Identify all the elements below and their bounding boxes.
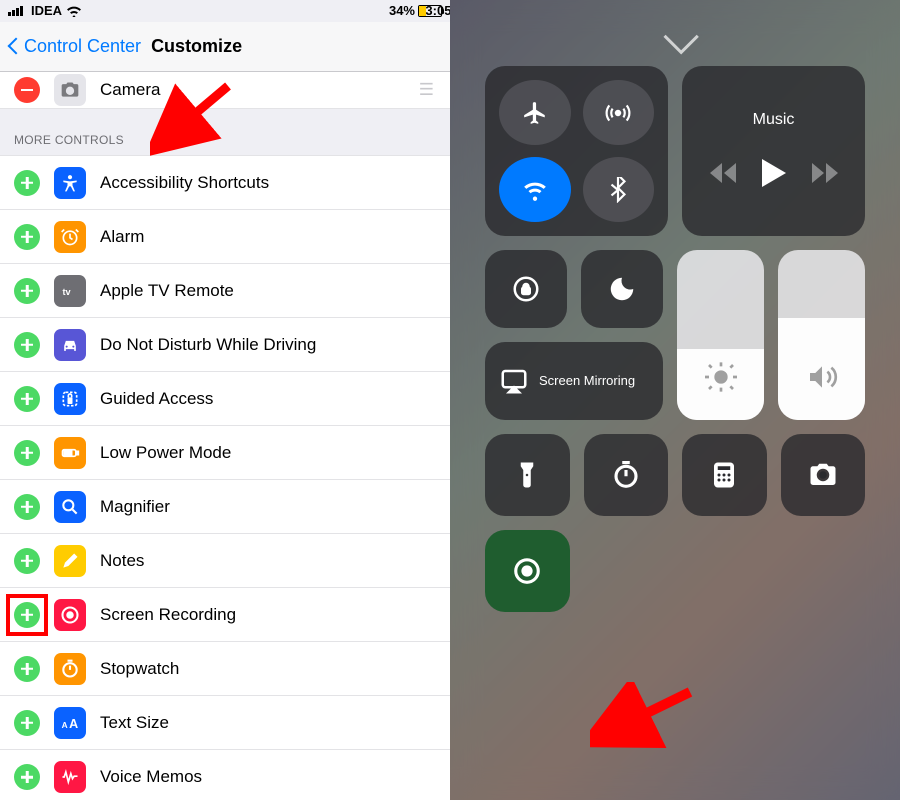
add-button[interactable] <box>14 494 40 520</box>
svg-text:A: A <box>62 720 68 730</box>
voicememo-icon <box>54 761 86 793</box>
connectivity-tile[interactable] <box>485 66 668 236</box>
more-controls-row-dnd-drive[interactable]: Do Not Disturb While Driving <box>0 318 450 372</box>
row-label: Voice Memos <box>100 767 202 787</box>
camera-icon <box>54 74 86 106</box>
add-button[interactable] <box>14 602 40 628</box>
settings-customize-screen: IDEA 3:05 PM 34% Control Center Customiz… <box>0 0 450 800</box>
back-label: Control Center <box>24 36 141 57</box>
prev-track-button[interactable] <box>710 163 736 188</box>
more-controls-row-notes[interactable]: Notes <box>0 534 450 588</box>
music-tile[interactable]: Music <box>682 66 865 236</box>
volume-slider[interactable] <box>778 250 865 420</box>
dnd-drive-icon <box>54 329 86 361</box>
next-track-button[interactable] <box>812 163 838 188</box>
flashlight-button[interactable] <box>485 434 570 516</box>
row-label: Text Size <box>100 713 169 733</box>
add-button[interactable] <box>14 656 40 682</box>
more-controls-row-appletv[interactable]: tv Apple TV Remote <box>0 264 450 318</box>
more-controls-row-accessibility[interactable]: Accessibility Shortcuts <box>0 156 450 210</box>
svg-text:tv: tv <box>63 287 72 297</box>
more-controls-row-magnifier[interactable]: Magnifier <box>0 480 450 534</box>
row-label: Magnifier <box>100 497 170 517</box>
guided-icon <box>54 383 86 415</box>
cellular-toggle[interactable] <box>583 80 655 145</box>
battery-icon <box>418 5 442 17</box>
row-label: Low Power Mode <box>100 443 231 463</box>
remove-button[interactable] <box>14 77 40 103</box>
row-label: Alarm <box>100 227 144 247</box>
add-button[interactable] <box>14 332 40 358</box>
accessibility-icon <box>54 167 86 199</box>
screenrec-icon <box>54 599 86 631</box>
row-label: Screen Recording <box>100 605 236 625</box>
magnifier-icon <box>54 491 86 523</box>
add-button[interactable] <box>14 764 40 790</box>
row-label: Do Not Disturb While Driving <box>100 335 316 355</box>
chevron-down-icon[interactable] <box>655 30 695 42</box>
included-row-camera[interactable]: Camera ☰ <box>0 72 450 110</box>
wifi-toggle[interactable] <box>499 157 571 222</box>
page-title: Customize <box>151 36 242 57</box>
more-controls-row-alarm[interactable]: Alarm <box>0 210 450 264</box>
add-button[interactable] <box>14 710 40 736</box>
airplane-toggle[interactable] <box>499 80 571 145</box>
svg-text:A: A <box>69 717 78 731</box>
row-label: Apple TV Remote <box>100 281 234 301</box>
add-button[interactable] <box>14 548 40 574</box>
more-controls-row-screenrec[interactable]: Screen Recording <box>0 588 450 642</box>
add-button[interactable] <box>14 278 40 304</box>
appletv-icon: tv <box>54 275 86 307</box>
add-button[interactable] <box>14 224 40 250</box>
annotation-arrow-icon <box>590 682 700 752</box>
nav-header: Control Center Customize <box>0 22 450 72</box>
more-controls-list: Accessibility Shortcuts Alarm tv Apple TV R… <box>0 156 450 800</box>
reorder-grip-icon[interactable]: ☰ <box>419 80 436 100</box>
chevron-left-icon <box>8 38 25 55</box>
orientation-lock-toggle[interactable] <box>485 250 567 328</box>
more-controls-row-textsize[interactable]: AA Text Size <box>0 696 450 750</box>
volume-icon <box>806 361 838 398</box>
camera-button[interactable] <box>781 434 866 516</box>
status-bar: IDEA 3:05 PM 34% <box>0 0 450 22</box>
row-label: Camera <box>100 80 160 100</box>
more-controls-row-lowpower[interactable]: Low Power Mode <box>0 426 450 480</box>
add-button[interactable] <box>14 386 40 412</box>
calculator-button[interactable] <box>682 434 767 516</box>
row-label: Stopwatch <box>100 659 179 679</box>
stopwatch-icon <box>54 653 86 685</box>
control-center-screen: Music Screen Mirroring <box>450 0 900 800</box>
add-button[interactable] <box>14 440 40 466</box>
more-controls-row-voicememo[interactable]: Voice Memos <box>0 750 450 800</box>
row-label: Accessibility Shortcuts <box>100 173 269 193</box>
brightness-icon <box>705 361 737 398</box>
textsize-icon: AA <box>54 707 86 739</box>
add-button[interactable] <box>14 170 40 196</box>
row-label: Guided Access <box>100 389 213 409</box>
section-header: MORE CONTROLS <box>0 109 450 156</box>
bluetooth-toggle[interactable] <box>583 157 655 222</box>
row-label: Notes <box>100 551 144 571</box>
screen-record-button[interactable] <box>485 530 570 612</box>
more-controls-row-guided[interactable]: Guided Access <box>0 372 450 426</box>
timer-button[interactable] <box>584 434 669 516</box>
more-controls-row-stopwatch[interactable]: Stopwatch <box>0 642 450 696</box>
brightness-slider[interactable] <box>677 250 764 420</box>
music-title: Music <box>753 111 795 129</box>
dnd-toggle[interactable] <box>581 250 663 328</box>
notes-icon <box>54 545 86 577</box>
back-button[interactable]: Control Center <box>10 36 141 57</box>
alarm-icon <box>54 221 86 253</box>
play-button[interactable] <box>762 159 786 192</box>
lowpower-icon <box>54 437 86 469</box>
